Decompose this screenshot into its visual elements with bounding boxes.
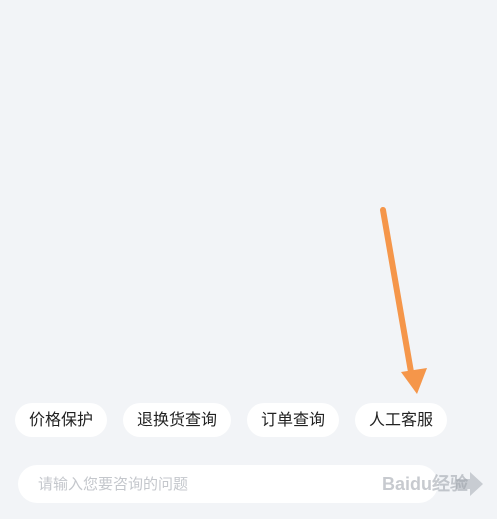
send-button[interactable] — [452, 467, 486, 501]
message-input-bar — [18, 465, 438, 503]
chat-screen: 价格保护 退换货查询 订单查询 人工客服 Baidu经验 — [0, 0, 497, 519]
orange-arrow-icon — [380, 207, 427, 394]
quick-reply-order-query[interactable]: 订单查询 — [247, 403, 340, 437]
quick-reply-bar: 价格保护 退换货查询 订单查询 人工客服 — [15, 403, 448, 437]
quick-reply-price-protection[interactable]: 价格保护 — [15, 403, 108, 437]
message-input[interactable] — [36, 474, 420, 494]
quick-reply-return-query[interactable]: 退换货查询 — [123, 403, 232, 437]
send-arrow-icon — [456, 472, 483, 496]
quick-reply-human-service[interactable]: 人工客服 — [355, 403, 448, 437]
